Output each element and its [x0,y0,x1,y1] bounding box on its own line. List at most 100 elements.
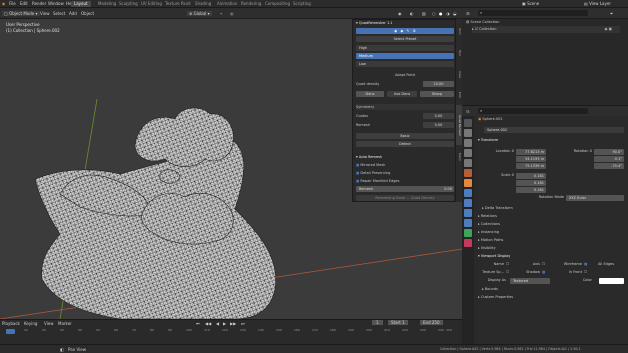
object-tab-icon[interactable] [464,179,472,187]
shading-render-icon[interactable]: ◒ [453,11,457,16]
select-preset-button[interactable]: Select Preset [356,36,454,42]
menu-add[interactable]: Add [69,11,77,16]
motion-paths-section[interactable]: ▸ Motion Paths [478,237,626,244]
scene-tab-icon[interactable] [464,159,472,167]
tab-scripting[interactable]: Scripting [290,1,314,7]
preset-low[interactable]: Low [356,61,454,67]
menu-render[interactable]: Render [32,1,46,6]
bounds-row[interactable]: ▸ Bounds [482,286,628,293]
play-reverse-icon[interactable]: ◀ [216,321,219,326]
rotation-y-field[interactable]: 0.1° [594,156,624,162]
shading-solid-icon[interactable]: ● [439,11,443,16]
start-frame-field[interactable]: Start 1 [388,320,408,325]
blender-logo-icon[interactable]: ◆ [2,1,5,6]
menu-edit[interactable]: Edit [20,1,28,6]
remesh-button[interactable]: Remesh 0.00 [356,186,454,192]
repair-checkbox[interactable]: ■ Repair Manifold Edges [356,178,454,184]
menu-select[interactable]: Select [53,11,65,16]
view-layer-tab-icon[interactable] [464,149,472,157]
orientation-dropdown[interactable]: ⊕ Global ▾ [187,11,212,16]
jump-end-icon[interactable]: ⏭ [241,321,245,326]
mode-dropdown[interactable]: ▢ Object Mode ▾ [2,11,40,16]
jump-start-icon[interactable]: ⏮ [196,321,200,326]
tab-uv-editing[interactable]: UV Editing [138,1,165,7]
tab-sculpting[interactable]: Sculpting [116,1,141,7]
eye-icon[interactable]: ◉ ▣ [605,26,612,33]
properties-editor-icon[interactable]: ☷ [466,109,470,114]
wireframe-checkbox[interactable]: ■ [584,261,594,268]
detect-button[interactable]: Detect [356,141,454,147]
symmetry-section[interactable]: Symmetry [356,104,454,110]
relations-section[interactable]: ▸ Relations [478,213,626,220]
scale-x-field[interactable]: 0.181 [516,173,546,179]
material-tab-icon[interactable] [464,239,472,247]
next-key-icon[interactable]: ▶▶ [230,321,236,326]
view-layer-selector[interactable]: ▤ View Layer [584,1,611,6]
scene-collection-row[interactable]: ▤ Scene Collection [466,19,614,26]
object-name-field[interactable]: Sphere.002 [484,127,624,133]
filter-icon[interactable]: ⏷ [610,11,613,16]
menu-keying[interactable]: Keying [24,321,37,326]
render-tab-icon[interactable] [464,129,472,137]
outliner-search-input[interactable]: ⌕ [478,10,588,16]
show-name-checkbox[interactable]: ☐ [506,261,516,268]
color-swatch[interactable] [599,278,624,284]
rotation-mode-dropdown[interactable]: XYZ Euler [566,195,624,201]
display-as-dropdown[interactable]: Textured [510,278,550,284]
outliner-editor-icon[interactable]: ☰ [466,11,470,16]
scale-z-field[interactable]: 0.181 [516,187,546,193]
menu-marker[interactable]: Marker [58,321,72,326]
visibility-section[interactable]: ▸ Visibility [478,245,626,252]
shading-material-icon[interactable]: ◑ [446,11,450,16]
modifier-tab-icon[interactable] [464,189,472,197]
tab-animation[interactable]: Animation [214,1,240,7]
menu-view[interactable]: View [44,321,54,326]
scale-y-field[interactable]: 0.181 [516,180,546,186]
preset-medium[interactable]: Medium [356,53,454,59]
snap-icon[interactable]: ⌁ [220,11,222,16]
prev-key-icon[interactable]: ◀◀ [205,321,211,326]
transform-section[interactable]: ▾ Transform [478,137,626,144]
instancing-section[interactable]: ▸ Instancing [478,229,626,236]
sharp-field[interactable]: Sharp [420,91,454,97]
quad-density-field[interactable]: 10.00 [423,81,454,87]
shadow-checkbox[interactable]: ■ [542,269,552,276]
in-front-checkbox[interactable]: ☐ [584,269,594,276]
scene-selector[interactable]: ▣ Scene [522,1,539,6]
xray-icon[interactable]: ▨ [422,11,426,16]
menu-file[interactable]: File [9,1,16,6]
tab-texture-paint[interactable]: Texture Paint [162,1,194,7]
constraints-tab-icon[interactable] [464,219,472,227]
data-tab-icon[interactable] [464,229,472,237]
delta-transform-section[interactable]: ▸ Delta Transform [482,205,628,212]
remesh-field[interactable]: 0.00 [423,122,454,128]
menu-object[interactable]: Object [81,11,94,16]
menu-window[interactable]: Window [48,1,64,6]
tab-shading[interactable]: Shading [192,1,214,7]
location-z-field[interactable]: 75.1339 m [516,163,546,169]
overlay-icon[interactable]: ◐ [410,11,414,16]
frame-ruler[interactable]: 0102030405060708090100110120130140150160… [6,328,456,334]
properties-search-input[interactable]: ⌕ [478,108,588,114]
shading-wire-icon[interactable]: ○ [432,11,436,16]
current-frame-field[interactable]: 1 [372,320,383,325]
rotation-z-field[interactable]: -70.4° [594,163,624,169]
viewport-display-section[interactable]: ▾ Viewport Display [478,253,626,260]
proportional-icon[interactable]: ◎ [230,11,234,16]
mirror-checkbox[interactable]: ■ Mirrored Mesh [356,162,454,168]
output-tab-icon[interactable] [464,139,472,147]
menu-view[interactable]: View [40,11,50,16]
mode-dropdown-field[interactable]: Dens [356,91,384,97]
location-y-field[interactable]: 34.1193 m [516,156,546,162]
tab-layout[interactable]: Layout [71,1,91,7]
axis-checkbox[interactable]: ☐ [542,261,552,268]
play-icon[interactable]: ▶ [223,321,226,326]
particles-tab-icon[interactable] [464,199,472,207]
smooth-checkbox[interactable]: ■ Detail Preserving [356,170,454,176]
texture-space-checkbox[interactable]: ☐ [506,269,516,276]
world-tab-icon[interactable] [464,169,472,177]
icon-button-row[interactable]: ◉ ◆ ✎ ⚙ [356,28,454,34]
physics-tab-icon[interactable] [464,209,472,217]
preset-high[interactable]: High [356,45,454,51]
collections-section[interactable]: ▸ Collections [478,221,626,228]
